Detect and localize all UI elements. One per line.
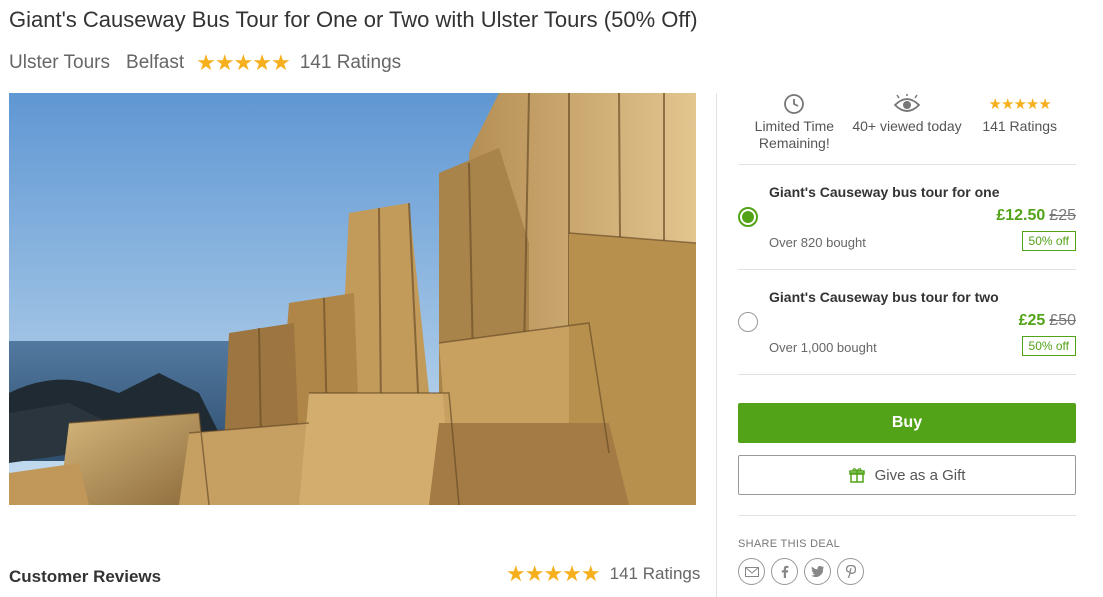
pinterest-icon[interactable] [837,558,864,585]
original-price: £50 [1049,312,1076,329]
deal-title: Giant's Causeway Bus Tour for One or Two… [9,7,698,32]
ratings-count[interactable]: 141 Ratings [610,564,701,584]
coastal-basalt-columns-photo [9,93,696,505]
option-name: Giant's Causeway bus tour for one [769,184,1000,200]
customer-reviews-heading: Customer Reviews [9,567,162,586]
stat-limited-time: Limited Time Remaining! [738,93,851,164]
option-radio[interactable] [738,312,758,332]
stat-viewed: 40+ viewed today [851,93,964,164]
gift-icon [848,467,865,483]
twitter-icon[interactable] [804,558,831,585]
discount-badge: 50% off [1021,231,1076,251]
discount-badge: 50% off [1021,336,1076,356]
share-buttons [738,558,864,585]
deal-subheader: Ulster Tours Belfast ★★★★★ 141 Ratings [9,50,401,76]
deal-hero-image [9,93,696,505]
share-label: SHARE THIS DEAL [738,538,841,550]
purchase-sidebar: Limited Time Remaining! 40+ viewed today… [738,93,1076,585]
rating-stars: ★★★★★ [506,561,601,586]
gift-button[interactable]: Give as a Gift [738,455,1076,495]
original-price: £25 [1049,207,1076,224]
gift-label: Give as a Gift [874,466,966,484]
merchant-name[interactable]: Ulster Tours [9,52,110,74]
column-divider [716,93,717,597]
buy-button[interactable]: Buy [738,403,1076,443]
reviews-rating-summary: ★★★★★ 141 Ratings [506,561,700,587]
option-name: Giant's Causeway bus tour for two [769,289,999,305]
ratings-count[interactable]: 141 Ratings [300,52,401,74]
bought-count: Over 1,000 bought [769,340,877,355]
deal-stats: Limited Time Remaining! 40+ viewed today… [738,93,1076,165]
facebook-icon[interactable] [771,558,798,585]
current-price: £12.50 [996,207,1046,224]
option-radio[interactable] [738,207,758,227]
deal-option-one[interactable]: Giant's Causeway bus tour for one £12.50… [738,165,1076,270]
eye-icon [894,94,920,112]
deal-option-two[interactable]: Giant's Causeway bus tour for two £25 £50… [738,270,1076,375]
rating-stars: ★★★★★ [988,95,1052,113]
bought-count: Over 820 bought [769,235,866,250]
stat-viewed-label: 40+ viewed today [852,118,962,134]
clock-icon [784,94,805,114]
rating-stars: ★★★★★ [196,50,291,75]
stat-ratings: ★★★★★ 141 Ratings [963,93,1076,164]
email-icon[interactable] [738,558,765,585]
option-price: £25 £50 [1019,312,1076,330]
stat-ratings-label[interactable]: 141 Ratings [963,118,1076,135]
option-price: £12.50 £25 [996,207,1076,225]
current-price: £25 [1018,312,1046,329]
deal-location[interactable]: Belfast [126,52,184,74]
stat-limited-time-label: Limited Time Remaining! [754,118,835,151]
share-divider [738,515,1076,516]
